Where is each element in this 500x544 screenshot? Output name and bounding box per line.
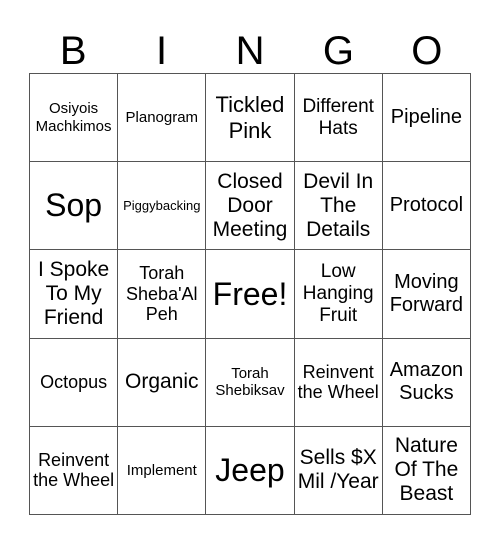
bingo-cell[interactable]: Planogram [118,74,207,163]
bingo-cell[interactable]: Torah Shebiksav [206,338,295,427]
bingo-cell[interactable]: Tickled Pink [206,74,295,163]
bingo-cell[interactable]: Organic [118,338,207,427]
bingo-cell[interactable]: Osiyois Machkimos [30,74,119,163]
bingo-cell[interactable]: Reinvent the Wheel [294,338,383,427]
bingo-header: B I N G O [29,28,471,74]
bingo-cell[interactable]: Nature Of The Beast [382,426,471,515]
bingo-cell[interactable]: Piggybacking [118,162,207,251]
bingo-cell[interactable]: Implement [118,426,207,515]
bingo-card-grid: Osiyois Machkimos Planogram Tickled Pink… [29,73,471,515]
bingo-cell[interactable]: Closed Door Meeting [206,162,295,251]
bingo-cell[interactable]: Different Hats [294,74,383,163]
header-letter-g: G [322,29,354,73]
free-space-cell[interactable]: Free! [206,250,295,339]
header-letter-o: O [411,29,443,73]
bingo-cell[interactable]: Reinvent the Wheel [30,426,119,515]
header-letter-b: B [59,29,87,73]
header-letter-n: N [235,29,265,73]
bingo-cell[interactable]: Low Hanging Fruit [294,250,383,339]
bingo-cell[interactable]: Sells $X Mil /Year [294,426,383,515]
bingo-cell[interactable]: Torah Sheba'Al Peh [118,250,207,339]
bingo-cell[interactable]: Protocol [382,162,471,251]
bingo-cell[interactable]: I Spoke To My Friend [30,250,119,339]
bingo-cell[interactable]: Jeep [206,426,295,515]
bingo-cell[interactable]: Octopus [30,338,119,427]
bingo-cell[interactable]: Sop [30,162,119,251]
bingo-cell[interactable]: Pipeline [382,74,471,163]
bingo-cell[interactable]: Moving Forward [382,250,471,339]
bingo-cell[interactable]: Devil In The Details [294,162,383,251]
header-letter-i: I [156,29,168,73]
bingo-cell[interactable]: Amazon Sucks [382,338,471,427]
